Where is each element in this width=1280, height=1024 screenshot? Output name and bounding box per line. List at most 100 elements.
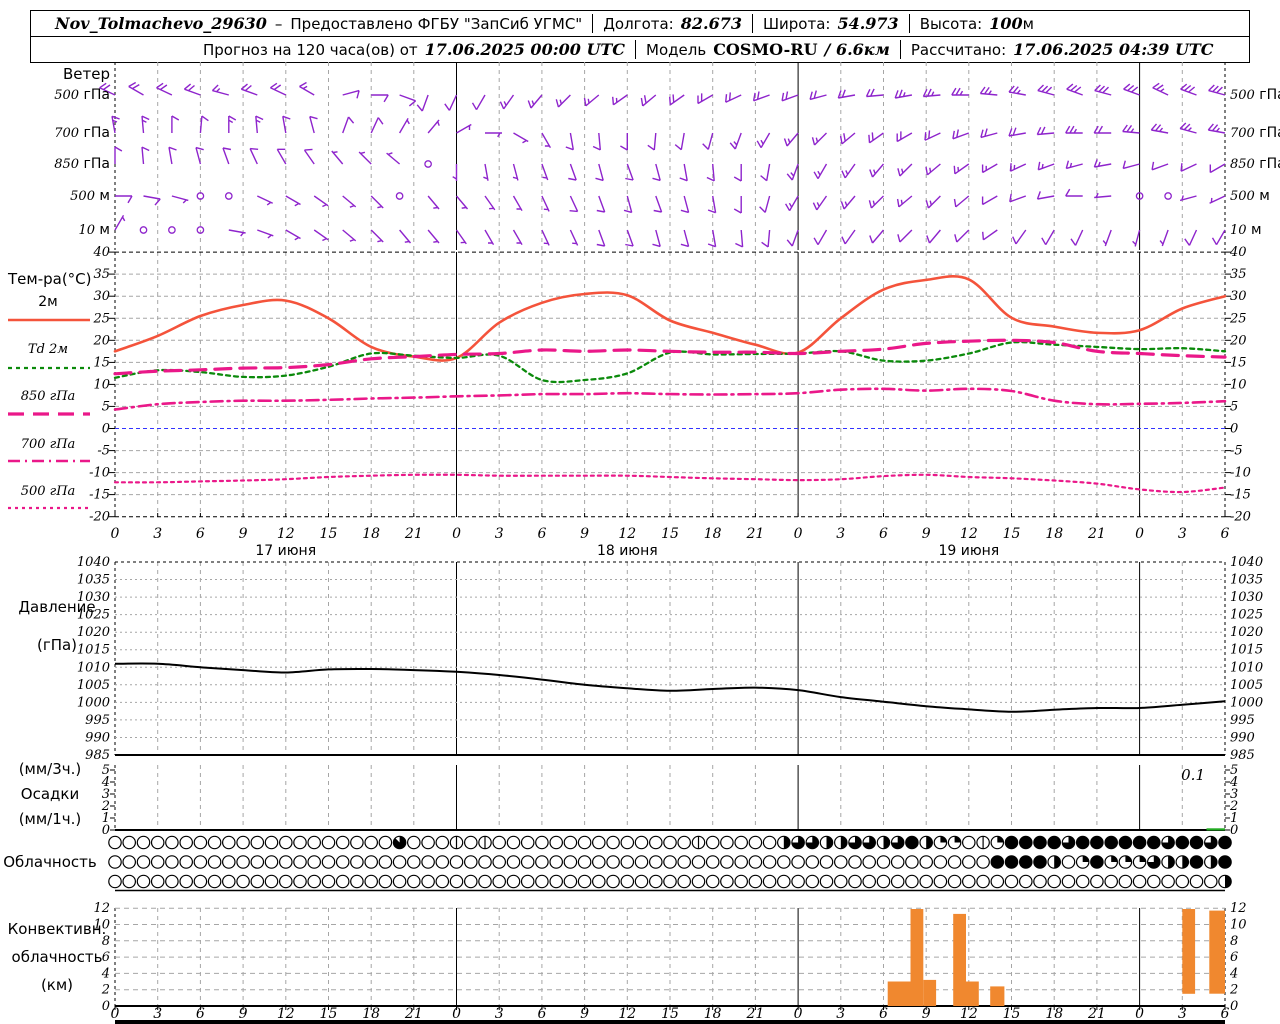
convective-ytick-left: 4 <box>101 966 110 981</box>
pressure-ytick-right: 1020 <box>1230 625 1263 640</box>
cloud-cover-icon <box>606 855 620 869</box>
wind-barb-icon <box>309 115 318 134</box>
cloud-cover-icon <box>321 835 336 850</box>
cloud-cover-icon <box>890 874 905 889</box>
cloud-cover-icon <box>577 835 592 850</box>
wind-barb-icon <box>760 163 771 182</box>
cloud-cover-icon <box>122 835 136 850</box>
cloud-cover-icon <box>278 874 293 889</box>
cloud-cover-icon <box>236 874 250 889</box>
cloud-cover-icon <box>961 874 976 889</box>
wind-level-label-right: 10 м <box>1230 222 1262 238</box>
wind-barb-icon <box>527 94 543 109</box>
cloud-cover-icon <box>591 855 606 869</box>
cloud-cover-icon <box>463 835 478 850</box>
cloud-cover-icon <box>1182 855 1189 869</box>
wind-level-label-left: 850 гПа <box>54 156 110 172</box>
cloud-cover-icon <box>1082 855 1089 862</box>
wind-barb-icon <box>1036 126 1055 136</box>
wind-barb-icon <box>115 195 133 204</box>
hour-label-mid: 3 <box>836 526 845 542</box>
wind-barb-icon <box>171 115 180 133</box>
cloud-cover-icon <box>563 874 578 889</box>
cloud-cover-icon <box>364 835 378 850</box>
wind-barb-icon <box>953 163 970 175</box>
cloud-cover-icon <box>905 836 919 849</box>
wind-barb-icon <box>647 132 657 151</box>
cloud-cover-icon <box>222 855 236 869</box>
cloud-cover-icon <box>1019 836 1032 849</box>
cloud-cover-icon <box>634 855 649 869</box>
hour-label-bottom: 12 <box>277 1006 295 1022</box>
cloud-cover-icon <box>1139 855 1146 862</box>
wind-barb-icon <box>416 94 429 112</box>
convective-panel-label: облачность <box>12 948 103 966</box>
convective-ytick-left: 2 <box>101 983 110 998</box>
hour-label-bottom: 9 <box>922 1006 931 1022</box>
wind-barb-icon <box>1009 163 1027 172</box>
cloud-cover-icon <box>663 874 677 889</box>
bottom-bar <box>115 1020 1225 1024</box>
wind-barb-icon <box>1009 193 1027 203</box>
temp-ytick-right: -5 <box>1230 444 1243 459</box>
cloud-cover-icon <box>207 874 222 889</box>
wind-barb-icon <box>342 116 355 134</box>
wind-barb-icon <box>1150 123 1169 134</box>
wind-barb-icon <box>652 229 661 248</box>
wind-level-label-right: 850 гПа <box>1230 156 1280 172</box>
hour-label-bottom: 6 <box>537 1006 546 1022</box>
wind-barb-icon <box>1070 229 1084 246</box>
wind-barb-icon <box>512 163 519 181</box>
hour-label-mid: 12 <box>277 526 295 542</box>
cloud-cover-icon <box>1033 855 1047 869</box>
wind-barb-icon <box>455 229 467 245</box>
cloud-cover-icon <box>919 874 933 889</box>
wind-barb-icon <box>897 229 913 243</box>
wind-barb-icon <box>358 151 372 165</box>
hour-label-mid: 18 <box>704 526 722 542</box>
wind-level-label-right: 700 гПа <box>1230 125 1280 141</box>
hour-label-mid: 3 <box>495 526 504 542</box>
legend-label-td: Td 2м <box>28 342 68 357</box>
cloud-panel-label: Облачность <box>3 853 97 871</box>
cloud-cover-icon <box>549 855 563 869</box>
cloud-cover-icon <box>905 874 919 889</box>
cloud-cover-icon <box>691 855 706 869</box>
wind-barb-icon <box>925 163 941 176</box>
cloud-cover-icon <box>819 874 834 889</box>
cloud-cover-icon <box>748 835 763 850</box>
wind-barb-icon <box>752 91 770 102</box>
temp-ytick-left: 10 <box>93 377 110 392</box>
pressure-ytick-left: 995 <box>85 713 110 728</box>
cloud-cover-icon <box>1225 875 1232 888</box>
convective-panel-label: Конвективн. <box>8 920 107 938</box>
cloud-cover-icon <box>1119 836 1132 849</box>
cloud-cover-icon <box>1189 874 1204 889</box>
wind-barb-icon <box>1180 163 1197 172</box>
cloud-cover-icon <box>278 855 293 869</box>
wind-barb-icon <box>733 196 742 214</box>
cloud-cover-icon <box>634 874 649 889</box>
temp-ytick-left: 25 <box>92 311 110 326</box>
wind-barb-icon <box>386 152 401 165</box>
wind-level-label-right: 500 гПа <box>1230 87 1280 103</box>
cloud-cover-icon <box>563 855 578 869</box>
cloud-cover-icon <box>997 836 1004 843</box>
cloud-cover-icon <box>392 855 407 869</box>
cloud-cover-icon <box>264 874 279 889</box>
cloud-cover-icon <box>179 855 193 869</box>
cloud-cover-icon <box>1125 855 1132 862</box>
cloud-cover-icon <box>1075 874 1090 889</box>
hour-label-bottom: 0 <box>1135 1006 1144 1022</box>
cloud-cover-icon <box>492 855 506 869</box>
convective-ytick-right: 4 <box>1229 966 1238 981</box>
cloud-cover-icon <box>748 855 763 869</box>
cloud-cover-icon <box>122 874 136 889</box>
wind-barb-icon <box>541 229 550 246</box>
wind-barb-icon <box>222 147 232 165</box>
wind-barb-icon <box>141 146 150 165</box>
pressure-panel-unit: (гПа) <box>37 636 77 654</box>
wind-level-label-left: 500 гПа <box>54 87 110 103</box>
cloud-cover-icon <box>435 835 450 850</box>
wind-barb-icon <box>812 195 828 211</box>
